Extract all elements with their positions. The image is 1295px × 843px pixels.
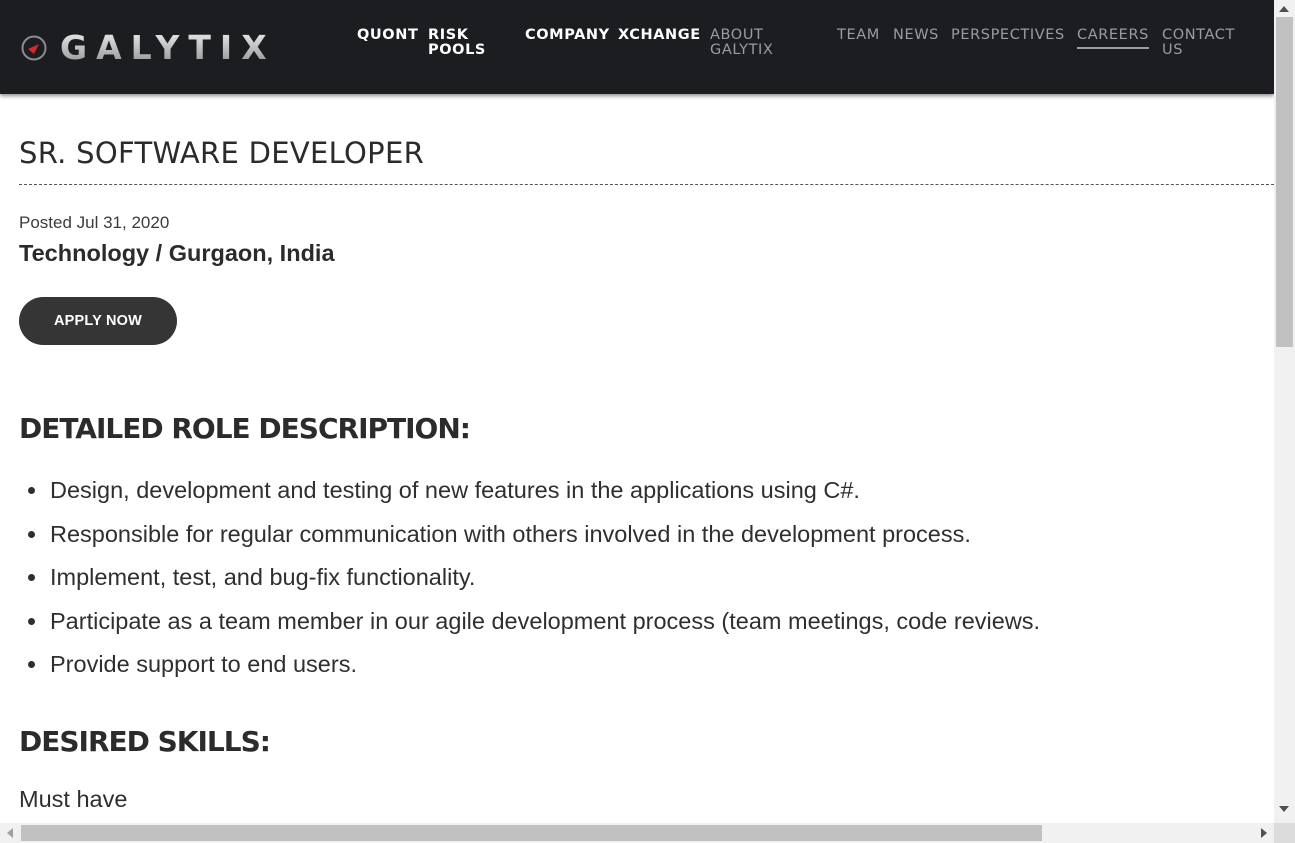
- nav-company[interactable]: COMPANY: [525, 28, 610, 43]
- list-item: Design, development and testing of new f…: [19, 472, 1040, 516]
- department-location: Technology / Gurgaon, India: [19, 240, 335, 266]
- nav-perspectives[interactable]: PERSPECTIVES: [951, 28, 1065, 43]
- nav-xchange[interactable]: XCHANGE: [618, 28, 701, 43]
- scrollbar-corner: [1274, 823, 1295, 843]
- job-title: SR. SOFTWARE DEVELOPER: [19, 136, 425, 170]
- nav-about-galytix[interactable]: ABOUT GALYTIX: [710, 28, 773, 58]
- list-item: Provide support to end users.: [19, 646, 1040, 690]
- title-divider: [19, 184, 1274, 185]
- nav-careers[interactable]: CAREERS: [1077, 28, 1149, 49]
- nav-contact-us[interactable]: CONTACT US: [1162, 28, 1235, 58]
- scroll-left-arrow-icon[interactable]: [7, 828, 13, 838]
- site-header: GALYTIX QUONT RISK POOLS COMPANY XCHANGE…: [0, 0, 1274, 94]
- posted-date: Posted Jul 31, 2020: [19, 213, 170, 232]
- nav-team[interactable]: TEAM: [837, 28, 880, 43]
- nav-news[interactable]: NEWS: [893, 28, 939, 43]
- scroll-right-arrow-icon[interactable]: [1261, 828, 1267, 838]
- horizontal-scroll-thumb[interactable]: [21, 825, 1042, 841]
- list-item: Implement, test, and bug-fix functionali…: [19, 559, 1040, 603]
- vertical-scrollbar[interactable]: [1274, 0, 1295, 823]
- scroll-down-arrow-icon[interactable]: [1279, 806, 1289, 812]
- logo-text: GALYTIX: [60, 32, 276, 62]
- nav-risk-pools[interactable]: RISK POOLS: [428, 28, 486, 58]
- desired-skills-heading: DESIRED SKILLS:: [19, 725, 271, 758]
- list-item: Participate as a team member in our agil…: [19, 603, 1040, 647]
- vertical-scroll-thumb[interactable]: [1276, 17, 1293, 347]
- apply-now-button[interactable]: APPLY NOW: [19, 297, 177, 345]
- horizontal-scrollbar[interactable]: [0, 823, 1274, 843]
- list-item: Responsible for regular communication wi…: [19, 516, 1040, 560]
- must-have-label: Must have: [19, 786, 128, 812]
- scroll-up-arrow-icon[interactable]: [1279, 6, 1289, 12]
- role-description-list: Design, development and testing of new f…: [19, 472, 1040, 690]
- galytix-logo-icon[interactable]: [21, 35, 47, 61]
- role-description-heading: DETAILED ROLE DESCRIPTION:: [19, 412, 471, 445]
- galytix-wordmark-logo[interactable]: GALYTIX: [60, 32, 335, 62]
- nav-quont[interactable]: QUONT: [357, 28, 418, 43]
